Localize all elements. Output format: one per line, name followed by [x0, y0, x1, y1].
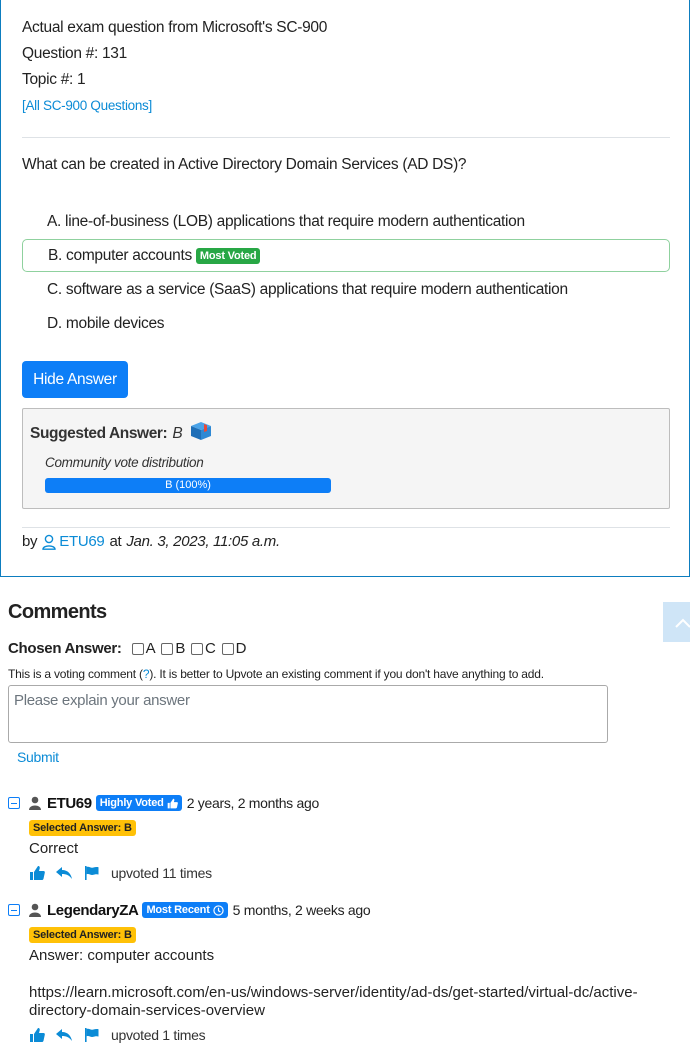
- checkbox-a[interactable]: A: [131, 640, 156, 657]
- hide-answer-button[interactable]: Hide Answer: [22, 361, 128, 398]
- upvote-icon[interactable]: [29, 865, 45, 881]
- topic-number: Topic #: 1: [22, 71, 86, 88]
- vote-distribution-title: Community vote distribution: [45, 455, 204, 470]
- comment-input[interactable]: [8, 685, 608, 743]
- question-card: Actual exam question from Microsoft's SC…: [0, 0, 690, 577]
- flag-icon[interactable]: [83, 865, 99, 881]
- selected-answer-badge: Selected Answer: B: [29, 820, 136, 836]
- comment-time: 2 years, 2 months ago: [186, 795, 320, 811]
- post-date: Jan. 3, 2023, 11:05 a.m.: [126, 533, 280, 550]
- checkbox-b[interactable]: B: [161, 640, 185, 657]
- upvote-count: upvoted 1 times: [111, 1027, 206, 1043]
- choice-label: C. software as a service (SaaS) applicat…: [47, 280, 568, 298]
- person-icon: [29, 796, 41, 810]
- scroll-to-top-button[interactable]: [663, 602, 690, 642]
- most-recent-badge: Most Recent: [142, 902, 228, 918]
- chosen-answer-row: Chosen Answer: A B C D: [8, 640, 252, 657]
- author-link[interactable]: ETU69: [42, 533, 105, 550]
- choice-d[interactable]: D. mobile devices: [22, 307, 670, 340]
- comment-body: Answer: computer accounts https://learn.…: [29, 947, 678, 1020]
- flag-icon[interactable]: [83, 1027, 99, 1043]
- question-number: Question #: 131: [22, 45, 127, 62]
- author-name: ETU69: [59, 533, 105, 550]
- collapse-icon[interactable]: [8, 904, 20, 916]
- selected-answer-badge: Selected Answer: B: [29, 927, 136, 943]
- choice-label: A. line-of-business (LOB) applications t…: [47, 212, 525, 230]
- reply-icon[interactable]: [55, 1027, 73, 1043]
- comment-url: https://learn.microsoft.com/en-us/window…: [29, 984, 638, 1019]
- upvote-icon[interactable]: [29, 1027, 45, 1043]
- cube-icon[interactable]: [190, 421, 212, 446]
- thumbs-up-icon: [167, 798, 178, 808]
- suggested-answer: Suggested Answer: B: [30, 421, 212, 446]
- choice-a[interactable]: A. line-of-business (LOB) applications t…: [22, 205, 670, 238]
- question-text: What can be created in Active Directory …: [22, 156, 467, 173]
- collapse-icon[interactable]: [8, 797, 20, 809]
- suggested-answer-box: Suggested Answer: B Community vote distr…: [22, 408, 670, 509]
- comment-item: LegendaryZA Most Recent 5 months, 2 week…: [8, 900, 678, 1044]
- checkbox-c[interactable]: C: [191, 640, 216, 657]
- person-icon: [29, 903, 41, 917]
- at-label: at: [109, 533, 122, 550]
- submit-button[interactable]: Submit: [17, 749, 59, 765]
- chevron-up-icon: [675, 618, 690, 628]
- suggested-answer-value: B: [172, 424, 183, 442]
- upvote-count: upvoted 11 times: [111, 865, 212, 881]
- all-questions-link[interactable]: [All SC-900 Questions]: [22, 98, 152, 113]
- comment-actions: upvoted 1 times: [29, 1026, 678, 1044]
- byline: by ETU69 at Jan. 3, 2023, 11:05 a.m.: [22, 533, 280, 550]
- choice-label: B. computer accounts: [48, 246, 192, 264]
- comment-text: Answer: computer accounts: [29, 947, 215, 964]
- by-label: by: [22, 533, 38, 550]
- comment-actions: upvoted 11 times: [29, 864, 678, 882]
- choice-label: D. mobile devices: [47, 314, 165, 332]
- chosen-answer-label: Chosen Answer:: [8, 640, 122, 657]
- suggested-answer-label: Suggested Answer:: [30, 424, 168, 442]
- exam-header: Actual exam question from Microsoft's SC…: [22, 19, 328, 36]
- checkbox-d[interactable]: D: [221, 640, 246, 657]
- comment-username[interactable]: LegendaryZA: [47, 902, 139, 919]
- divider: [22, 137, 670, 138]
- most-voted-badge: Most Voted: [195, 247, 261, 264]
- clock-icon: [212, 904, 224, 916]
- comment-time: 5 months, 2 weeks ago: [232, 902, 371, 918]
- highly-voted-badge: Highly Voted: [95, 795, 182, 811]
- vote-distribution-bar: B (100%): [45, 478, 331, 493]
- comment-username[interactable]: ETU69: [47, 795, 92, 812]
- divider: [22, 527, 670, 528]
- user-icon: [42, 534, 56, 550]
- choice-c[interactable]: C. software as a service (SaaS) applicat…: [22, 273, 670, 306]
- choice-b[interactable]: B. computer accounts Most Voted: [22, 239, 670, 272]
- reply-icon[interactable]: [55, 865, 73, 881]
- comment-item: ETU69 Highly Voted 2 years, 2 months ago…: [8, 793, 678, 882]
- vote-bar-fill: B (100%): [45, 478, 331, 493]
- comments-heading: Comments: [8, 601, 107, 623]
- voting-note: This is a voting comment (?). It is bett…: [8, 667, 544, 681]
- comment-body: Correct: [29, 840, 678, 858]
- comment-text: Correct: [29, 840, 79, 857]
